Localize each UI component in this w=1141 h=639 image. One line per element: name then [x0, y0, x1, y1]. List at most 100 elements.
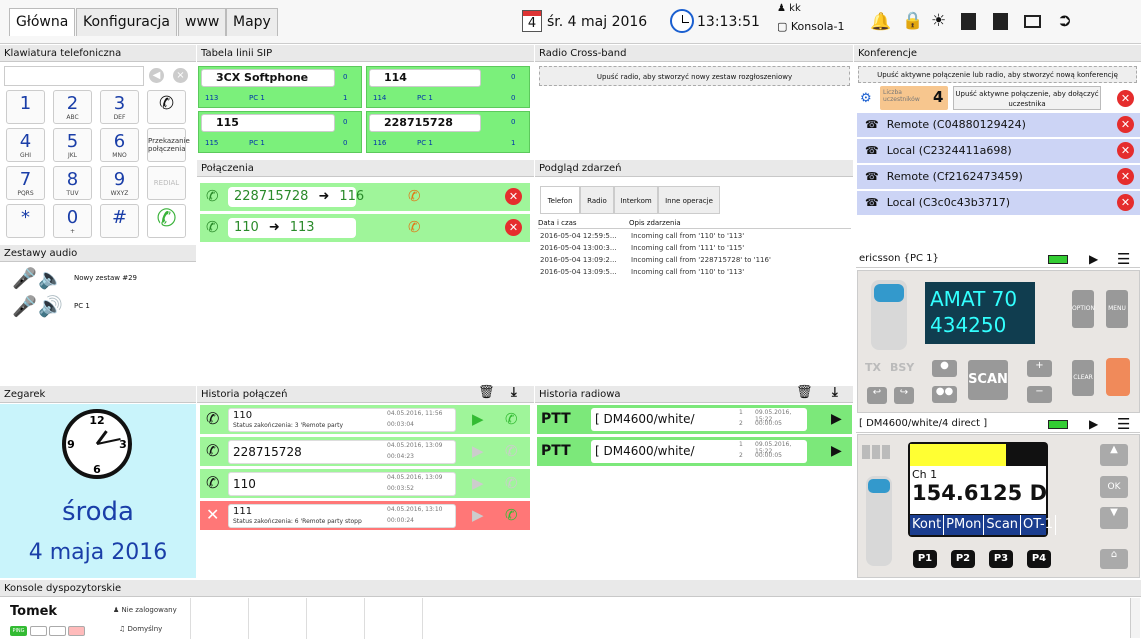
- hangup-icon[interactable]: ✕: [505, 188, 522, 205]
- dot-button[interactable]: ●: [932, 360, 957, 377]
- conference-member[interactable]: ☎ Local (C2324411a698) ✕: [857, 139, 1140, 163]
- transfer-button[interactable]: Przekazanie połączenia: [147, 128, 190, 162]
- menu-icon[interactable]: ☰: [1117, 250, 1130, 268]
- radio-drop-zone[interactable]: Upuść radio, aby stworzyć nowy zestaw ro…: [539, 66, 850, 86]
- brightness-icon[interactable]: ☀: [931, 11, 946, 31]
- connection-row[interactable]: ✆ 110 ➜ 113 ✆ ✕: [200, 214, 530, 242]
- conference-drop-zone[interactable]: Upuść aktywne połączenie lub radio, aby …: [858, 66, 1137, 83]
- option-button[interactable]: OPTION: [1072, 290, 1095, 328]
- event-tab[interactable]: Inne operacje: [658, 186, 720, 214]
- call-history-row[interactable]: ✆ 110 04.05.2016, 13:09 00:03:52 ▶ ✆: [200, 469, 530, 498]
- keypad-key[interactable]: 2 ABC: [53, 90, 92, 124]
- tab-mapy[interactable]: Mapy: [226, 8, 278, 36]
- power-button[interactable]: [30, 626, 47, 636]
- remove-member-icon[interactable]: ✕: [1117, 194, 1134, 211]
- logout-icon[interactable]: ➲: [1057, 10, 1072, 31]
- keypad-key[interactable]: 8 TUV: [53, 166, 92, 200]
- scan-button[interactable]: SCAN: [968, 360, 1008, 400]
- speaker-icon[interactable]: 🔊: [38, 294, 63, 318]
- download-icon[interactable]: ⤓: [832, 385, 838, 400]
- close-conference-icon[interactable]: ✕: [1117, 90, 1134, 107]
- scrollbar[interactable]: [1130, 598, 1140, 638]
- keyboard-icon[interactable]: [1024, 15, 1041, 28]
- programmable-key[interactable]: P3: [989, 550, 1013, 568]
- call-button[interactable]: ✆: [147, 204, 186, 238]
- clear-icon[interactable]: ×: [173, 68, 188, 83]
- up-button[interactable]: ▲: [1100, 444, 1128, 466]
- clear-button[interactable]: CLEAR: [1072, 360, 1094, 396]
- event-tab[interactable]: Telefon: [540, 186, 580, 214]
- programmable-key[interactable]: P4: [1027, 550, 1051, 568]
- keypad-key[interactable]: 9 WXYZ: [100, 166, 139, 200]
- event-tab[interactable]: Interkom: [614, 186, 658, 214]
- hold-call-button[interactable]: ✆: [147, 90, 186, 124]
- user-button[interactable]: [49, 626, 66, 636]
- add-participant-zone[interactable]: Upuść aktywne połączenie, aby dołączyć u…: [953, 86, 1101, 110]
- remove-member-icon[interactable]: ✕: [1117, 168, 1134, 185]
- hangup-button[interactable]: [68, 626, 85, 636]
- play-icon[interactable]: ▶: [472, 506, 484, 524]
- call-back-icon[interactable]: ✆: [505, 506, 518, 524]
- backspace-icon[interactable]: ◀: [149, 68, 164, 83]
- forward-button[interactable]: ↪: [894, 387, 914, 404]
- volume-slider[interactable]: [866, 476, 892, 566]
- keypad-key[interactable]: 3 DEF: [100, 90, 139, 124]
- softkey[interactable]: Scan: [984, 515, 1022, 535]
- minus-button[interactable]: −: [1027, 386, 1052, 403]
- play-icon[interactable]: ▶: [1089, 252, 1098, 266]
- mic-muted-icon[interactable]: 🎤: [12, 266, 37, 290]
- play-icon[interactable]: ▶: [472, 474, 484, 492]
- download-icon[interactable]: ⤓: [511, 385, 517, 400]
- sip-line[interactable]: 115 0 115 PC 1 0: [198, 111, 362, 153]
- sip-line[interactable]: 228715728 0 116 PC 1 1: [366, 111, 530, 153]
- keypad-key[interactable]: #: [100, 204, 139, 238]
- remove-member-icon[interactable]: ✕: [1117, 142, 1134, 159]
- keypad-key[interactable]: 7 PQRS: [6, 166, 45, 200]
- tab-konfiguracja[interactable]: Konfiguracja: [76, 8, 178, 36]
- dial-input[interactable]: [4, 66, 144, 86]
- alarm-button[interactable]: [1106, 358, 1130, 396]
- call-back-icon[interactable]: ✆: [505, 442, 518, 460]
- programmable-key[interactable]: P1: [913, 550, 937, 568]
- keypad-key[interactable]: *: [6, 204, 45, 238]
- radio-history-row[interactable]: PTT[ DM4600/white/1 2 09.05.2016, 15:22 00:…: [537, 437, 852, 466]
- trash-icon[interactable]: 🗑: [796, 385, 813, 400]
- bell-icon[interactable]: 🔔: [870, 12, 891, 32]
- hold-icon[interactable]: ✆: [408, 187, 421, 205]
- speaker-muted-icon[interactable]: 🔈: [38, 266, 63, 290]
- chip-icon[interactable]: [993, 13, 1008, 30]
- tab-www[interactable]: www: [178, 8, 227, 36]
- event-row[interactable]: 2016-05-04 13:09:2... Incoming call from …: [540, 256, 771, 264]
- mic-icon[interactable]: 🎤: [12, 294, 37, 318]
- home-button[interactable]: ⌂: [1100, 549, 1128, 569]
- keypad-key[interactable]: 6 MNO: [100, 128, 139, 162]
- tab-glowna[interactable]: Główna: [9, 8, 76, 36]
- event-row[interactable]: 2016-05-04 13:00:3... Incoming call from …: [540, 244, 744, 252]
- sip-line[interactable]: 114 0 114 PC 1 0: [366, 66, 530, 108]
- ping-button[interactable]: PING: [10, 626, 27, 636]
- keypad-key[interactable]: 1: [6, 90, 45, 124]
- ok-button[interactable]: OK: [1100, 476, 1128, 498]
- volume-slider[interactable]: [871, 280, 907, 350]
- programmable-key[interactable]: P2: [951, 550, 975, 568]
- call-history-row[interactable]: ✕ 111 Status zakończenia: 6 'Remote party …: [200, 501, 530, 530]
- hangup-icon[interactable]: ✕: [505, 219, 522, 236]
- radio-device-icon[interactable]: [961, 13, 976, 30]
- plus-button[interactable]: +: [1027, 360, 1052, 377]
- menu-button[interactable]: MENU: [1106, 290, 1128, 328]
- softkey[interactable]: PMon: [944, 515, 985, 535]
- play-icon[interactable]: ▶: [831, 443, 842, 459]
- connection-row[interactable]: ✆ 228715728 ➜ 116 ✆ ✕: [200, 183, 530, 211]
- radio-history-row[interactable]: PTT[ DM4600/white/1 2 09.05.2016, 15:22 00:…: [537, 405, 852, 434]
- softkey[interactable]: OT-1: [1021, 515, 1056, 535]
- call-back-icon[interactable]: ✆: [505, 410, 518, 428]
- keypad-key[interactable]: 4 GHI: [6, 128, 45, 162]
- play-icon[interactable]: ▶: [831, 411, 842, 427]
- back-button[interactable]: ↩: [867, 387, 887, 404]
- keypad-key[interactable]: 5 JKL: [53, 128, 92, 162]
- trash-icon[interactable]: 🗑: [478, 385, 495, 400]
- lock-icon[interactable]: 🔒: [902, 11, 923, 31]
- event-row[interactable]: 2016-05-04 12:59:5... Incoming call from …: [540, 232, 744, 240]
- conference-member[interactable]: ☎ Remote (C04880129424) ✕: [857, 113, 1140, 137]
- play-icon[interactable]: ▶: [472, 410, 484, 428]
